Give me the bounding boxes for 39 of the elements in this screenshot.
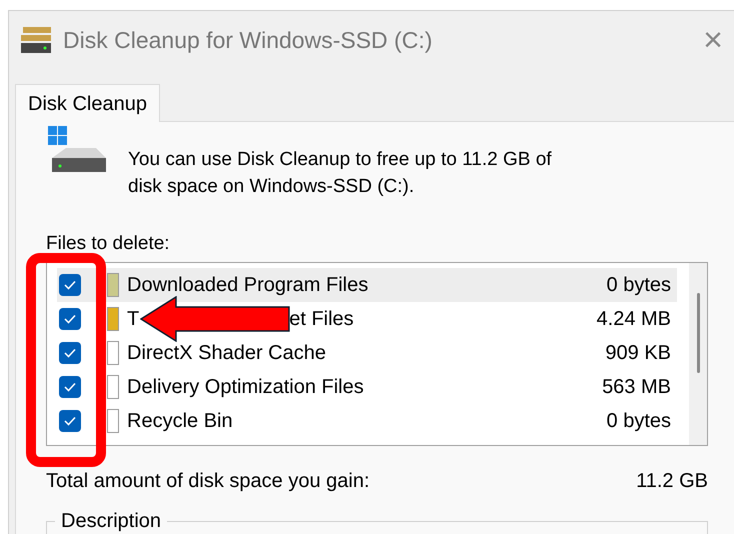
check-icon [64, 314, 76, 324]
window-title: Disk Cleanup for Windows-SSD (C:) [63, 26, 432, 55]
file-size: 909 KB [605, 341, 671, 366]
file-icon [107, 409, 119, 433]
files-label: Files to delete: [46, 232, 170, 256]
total-value: 11.2 GB [636, 469, 708, 494]
check-icon [64, 348, 76, 358]
checkbox[interactable] [59, 410, 81, 432]
file-size: 0 bytes [606, 409, 671, 434]
checkbox[interactable] [59, 376, 81, 398]
check-icon [64, 382, 76, 392]
description-legend: Description [55, 506, 168, 534]
checkbox[interactable] [59, 274, 81, 296]
file-name: T [127, 307, 140, 332]
file-row[interactable]: Delivery Optimization Files 563 MB [57, 370, 677, 404]
tab[interactable]: Disk Cleanup [15, 84, 160, 122]
file-name: Delivery Optimization Files [127, 375, 364, 400]
checkbox[interactable] [59, 308, 81, 330]
check-icon [64, 280, 76, 290]
file-row[interactable]: DirectX Shader Cache 909 KB [57, 336, 677, 370]
file-size: 563 MB [602, 375, 671, 400]
checkbox[interactable] [59, 342, 81, 364]
total-label: Total amount of disk space you gain: [46, 469, 370, 494]
file-row[interactable]: Downloaded Program Files 0 bytes [57, 268, 677, 302]
file-icon [107, 307, 119, 331]
intro-text: You can use Disk Cleanup to free up to 11.2 GB of disk space on Windows-SSD (C:). [128, 148, 553, 199]
file-size: 4.24 MB [596, 307, 671, 332]
file-size: 0 bytes [606, 273, 671, 298]
check-icon [64, 416, 76, 426]
file-row[interactable]: T et Files 4.24 MB [57, 302, 677, 336]
file-name: Downloaded Program Files [127, 273, 368, 298]
disk-cleanup-icon [19, 25, 53, 55]
file-icon [107, 273, 119, 297]
file-row[interactable]: Recycle Bin 0 bytes [57, 404, 677, 438]
file-icon [107, 375, 119, 399]
file-name: Recycle Bin [127, 409, 233, 434]
file-name: DirectX Shader Cache [127, 341, 326, 366]
file-icon [107, 341, 119, 365]
file-name: et Files [289, 307, 354, 332]
